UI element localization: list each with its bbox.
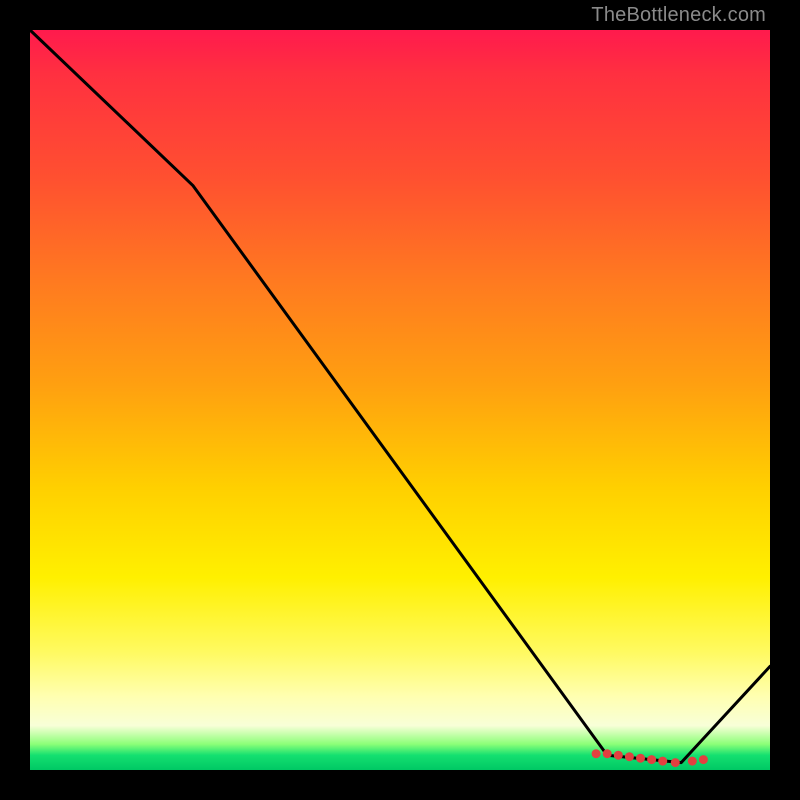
sweet-spot-dot: [614, 751, 623, 760]
sweet-spot-dot: [625, 752, 634, 761]
watermark-text: TheBottleneck.com: [591, 4, 766, 27]
sweet-spot-dot: [699, 755, 708, 764]
sweet-spot-dot: [671, 758, 680, 767]
sweet-spot-dot: [688, 757, 697, 766]
sweet-spot-dot: [603, 749, 612, 758]
bottleneck-curve-line: [30, 30, 770, 763]
sweet-spot-dot: [636, 754, 645, 763]
sweet-spot-dot: [658, 757, 667, 766]
sweet-spot-dot: [647, 755, 656, 764]
chart-overlay: [30, 30, 770, 770]
sweet-spot-dot: [592, 749, 601, 758]
